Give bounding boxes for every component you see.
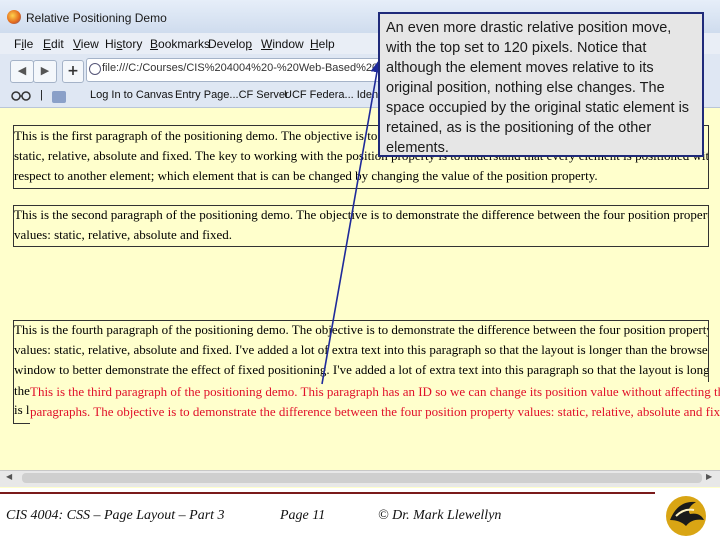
- footer-rule: [0, 492, 655, 494]
- footer-page-number: Page 11: [280, 508, 326, 523]
- footer-author: © Dr. Mark Llewellyn: [378, 508, 502, 523]
- arrow-line: [321, 59, 384, 385]
- footer-course: CIS 4004: CSS – Page Layout – Part 3: [6, 508, 225, 523]
- ucf-pegasus-logo-icon: [666, 496, 706, 536]
- callout-note: An even more drastic relative position m…: [378, 12, 704, 157]
